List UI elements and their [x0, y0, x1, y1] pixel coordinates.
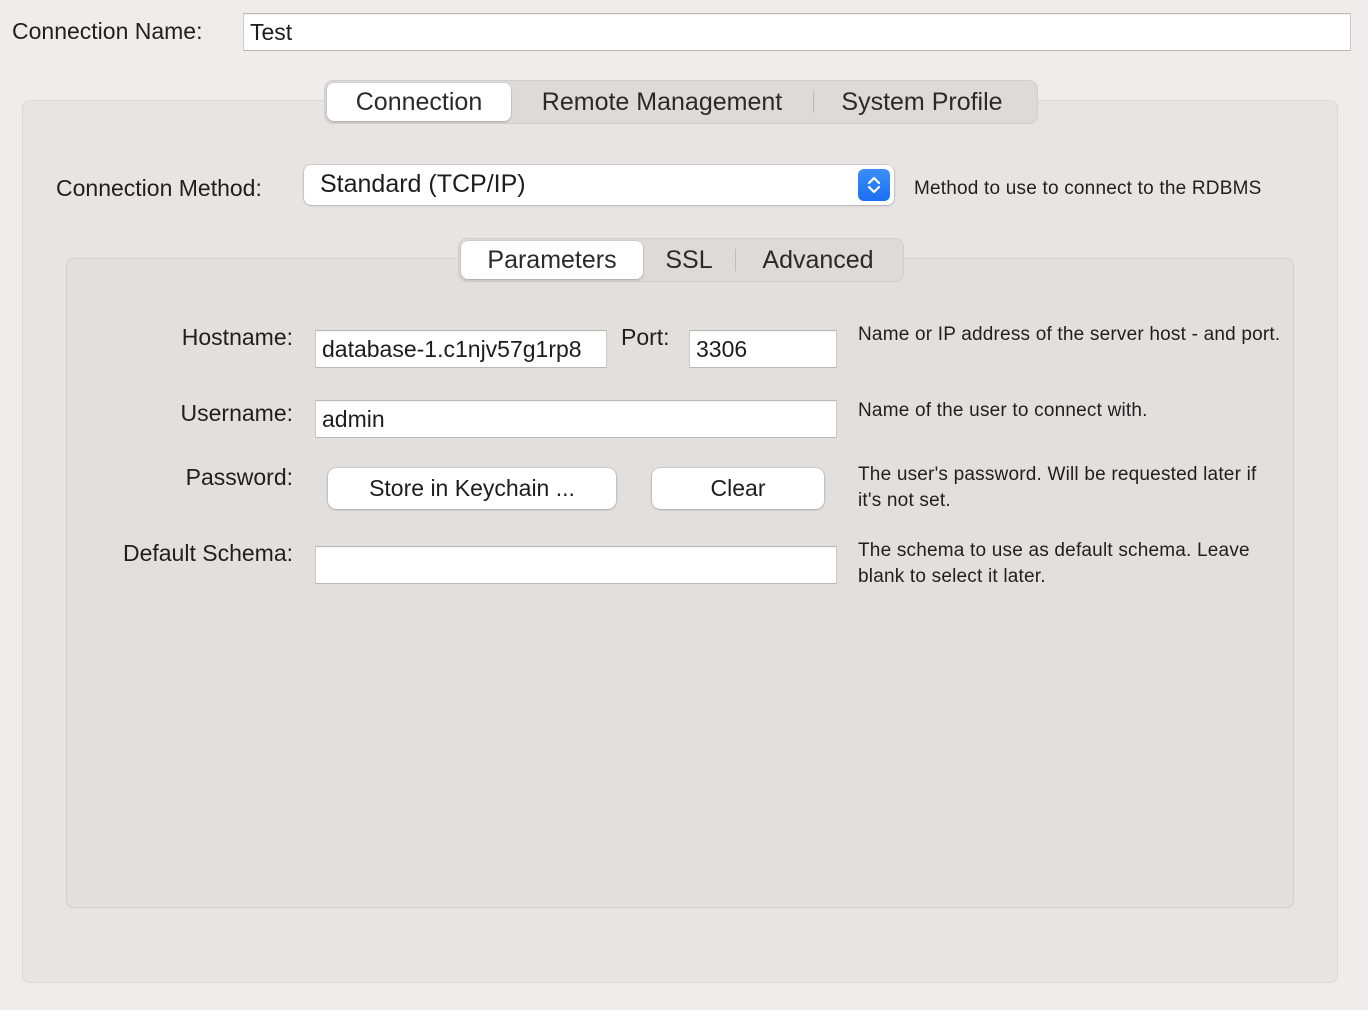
main-tab-bar: Connection Remote Management System Prof… [324, 80, 1038, 124]
username-input[interactable]: admin [315, 400, 837, 438]
connection-method-value: Standard (TCP/IP) [320, 170, 526, 198]
connection-method-label: Connection Method: [56, 175, 262, 201]
connection-name-input[interactable]: Test [243, 13, 1351, 51]
connection-method-select[interactable]: Standard (TCP/IP) [304, 165, 894, 205]
hostname-label: Hostname: [181, 324, 293, 350]
password-help: The user's password. Will be requested l… [858, 464, 1257, 511]
connection-name-label: Connection Name: [12, 18, 203, 44]
port-input[interactable]: 3306 [689, 330, 837, 368]
default-schema-label: Default Schema: [122, 540, 293, 566]
tab-system-profile[interactable]: System Profile [814, 83, 1030, 121]
tab-remote-management[interactable]: Remote Management [511, 83, 813, 121]
hostname-input[interactable]: database-1.c1njv57g1rp8 [315, 330, 607, 368]
tab-connection[interactable]: Connection [327, 83, 511, 121]
sub-tab-bar: Parameters SSL Advanced [458, 238, 904, 282]
tab-advanced[interactable]: Advanced [736, 241, 900, 279]
chevron-up-down-icon [858, 169, 890, 201]
tab-ssl[interactable]: SSL [643, 241, 735, 279]
tab-parameters[interactable]: Parameters [461, 241, 643, 279]
store-in-keychain-button[interactable]: Store in Keychain ... [328, 468, 616, 509]
clear-password-button[interactable]: Clear [652, 468, 824, 509]
port-label: Port: [621, 324, 670, 350]
default-schema-input[interactable] [315, 546, 837, 584]
username-label: Username: [180, 400, 293, 426]
default-schema-help: The schema to use as default schema. Lea… [858, 540, 1250, 587]
hostname-help: Name or IP address of the server host - … [858, 324, 1281, 345]
password-label: Password: [185, 464, 293, 490]
connection-method-help: Method to use to connect to the RDBMS [914, 178, 1262, 199]
username-help: Name of the user to connect with. [858, 400, 1148, 421]
